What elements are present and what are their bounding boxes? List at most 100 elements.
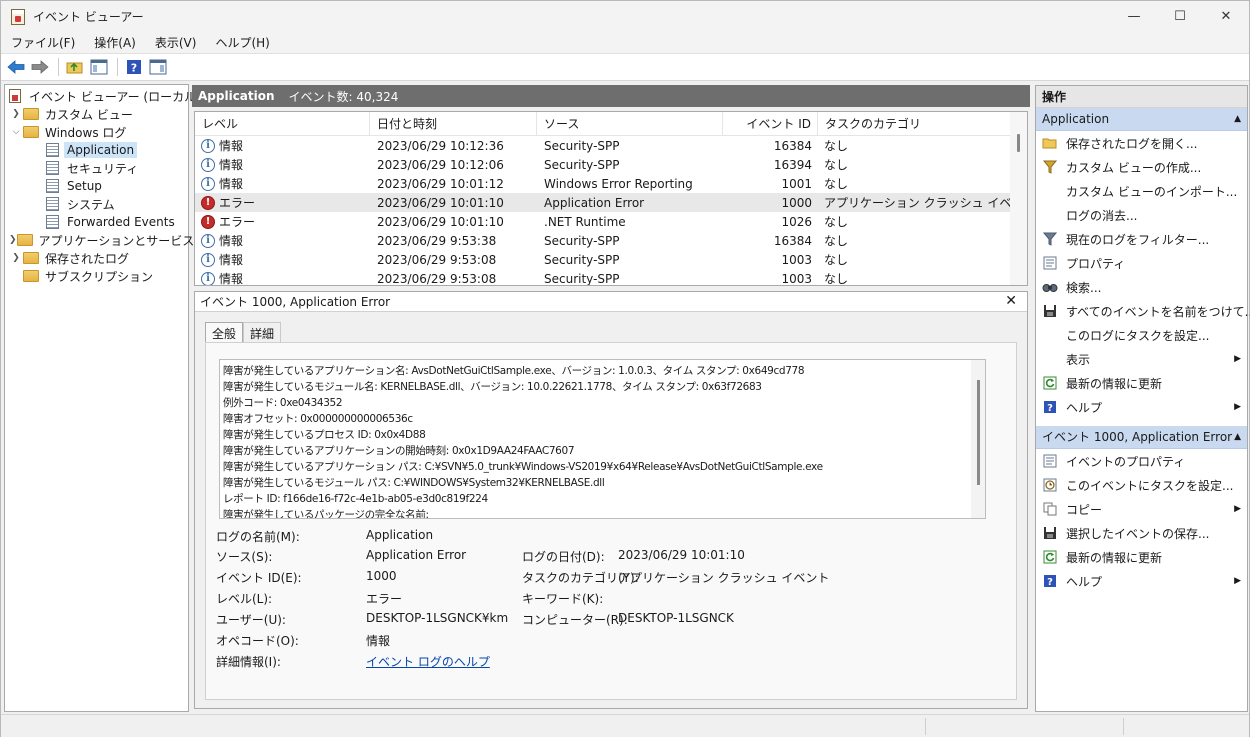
event-list-scrollbar[interactable]: [1010, 112, 1027, 285]
row-date: 2023/06/29 10:01:10: [377, 195, 504, 210]
event-log-help-link[interactable]: イベント ログのヘルプ: [366, 653, 490, 670]
action-clear-log[interactable]: ログの消去...: [1036, 203, 1247, 227]
menu-file[interactable]: ファイル(F): [1, 34, 84, 51]
row-task: なし: [824, 215, 849, 229]
error-icon: !: [201, 195, 215, 210]
chevron-right-icon[interactable]: ❯: [9, 253, 23, 263]
opcode-label: オペコード(O):: [216, 634, 299, 648]
action-help[interactable]: ? ヘルプ ▶: [1036, 395, 1247, 419]
tree-item-custom-views[interactable]: ❯ カスタム ビュー: [5, 105, 188, 123]
column-level[interactable]: レベル: [195, 112, 370, 136]
close-icon: ✕: [1220, 9, 1232, 24]
help-icon: ?: [1042, 399, 1058, 415]
log-name-label: ログの名前(M):: [216, 530, 300, 544]
svg-text:?: ?: [1047, 403, 1053, 414]
tree-item-application[interactable]: Application: [5, 141, 188, 159]
column-date[interactable]: 日付と時刻: [370, 112, 537, 136]
help-button[interactable]: ?: [123, 56, 145, 78]
table-row[interactable]: ! エラー 2023/06/29 10:01:10 .NET Runtime 10…: [195, 212, 1027, 231]
svg-text:?: ?: [1047, 577, 1053, 588]
column-task[interactable]: タスクのカテゴリ: [818, 112, 1003, 136]
scrollbar-thumb[interactable]: [1017, 134, 1020, 152]
tree-item-system[interactable]: システム: [5, 195, 188, 213]
filter-icon: [1042, 159, 1058, 175]
table-row-selected[interactable]: ! エラー 2023/06/29 10:01:10 Application Err…: [195, 193, 1027, 212]
row-event-id: 16384: [773, 233, 812, 248]
tree-item-forwarded-events[interactable]: Forwarded Events: [5, 213, 188, 231]
tree-item-security[interactable]: セキュリティ: [5, 159, 188, 177]
tree-label: Application: [64, 142, 138, 158]
task-category-value: アプリケーション クラッシュ イベント: [618, 571, 830, 585]
collapse-icon[interactable]: ▲: [1234, 426, 1241, 449]
maximize-button[interactable]: ☐: [1157, 1, 1203, 32]
show-hide-action-button[interactable]: [147, 56, 169, 78]
scrollbar-thumb[interactable]: [977, 380, 980, 485]
event-description[interactable]: 障害が発生しているアプリケーション名: AvsDotNetGuiCtlSampl…: [219, 359, 986, 519]
action-create-custom-view[interactable]: カスタム ビューの作成...: [1036, 155, 1247, 179]
action-find[interactable]: 検索...: [1036, 275, 1247, 299]
save-icon: [1042, 303, 1058, 319]
tree-item-setup[interactable]: Setup: [5, 177, 188, 195]
action-open-saved-log[interactable]: 保存されたログを開く...: [1036, 131, 1247, 155]
minimize-button[interactable]: —: [1111, 1, 1157, 32]
action-view[interactable]: 表示 ▶: [1036, 347, 1247, 371]
row-source: Windows Error Reporting: [544, 176, 693, 191]
row-date: 2023/06/29 10:01:12: [377, 176, 504, 191]
action-filter-current-log[interactable]: 現在のログをフィルター...: [1036, 227, 1247, 251]
chevron-right-icon[interactable]: ❯: [9, 109, 23, 119]
log-name-value: Application: [366, 528, 434, 542]
action-label: ログの消去...: [1066, 208, 1138, 223]
tree-item-saved-logs[interactable]: ❯ 保存されたログ: [5, 249, 188, 267]
description-line: 障害が発生しているモジュール名: KERNELBASE.dll、バージョン: 1…: [223, 381, 762, 393]
action-save-selected-events[interactable]: 選択したイベントの保存...: [1036, 521, 1247, 545]
description-line: 障害オフセット: 0x000000000006536c: [223, 413, 413, 425]
table-row[interactable]: i 情報 2023/06/29 9:53:08 Security-SPP 1003…: [195, 269, 1027, 285]
table-row[interactable]: i 情報 2023/06/29 10:01:12 Windows Error Re…: [195, 174, 1027, 193]
column-event-id[interactable]: イベント ID: [723, 112, 818, 136]
forward-button[interactable]: [29, 56, 51, 78]
row-task: なし: [824, 158, 849, 172]
action-refresh-event[interactable]: 最新の情報に更新: [1036, 545, 1247, 569]
action-copy[interactable]: コピー ▶: [1036, 497, 1247, 521]
properties-icon: [1042, 255, 1058, 271]
action-help-event[interactable]: ? ヘルプ ▶: [1036, 569, 1247, 593]
menu-help[interactable]: ヘルプ(H): [205, 34, 278, 51]
chevron-right-icon[interactable]: ❯: [9, 235, 17, 245]
folder-up-button[interactable]: [64, 56, 86, 78]
show-hide-tree-button[interactable]: [88, 56, 110, 78]
menu-view[interactable]: 表示(V): [145, 34, 206, 51]
action-attach-task-to-event[interactable]: このイベントにタスクを設定...: [1036, 473, 1247, 497]
menu-action[interactable]: 操作(A): [84, 34, 145, 51]
table-row[interactable]: i 情報 2023/06/29 10:12:06 Security-SPP 163…: [195, 155, 1027, 174]
table-row[interactable]: i 情報 2023/06/29 9:53:08 Security-SPP 1003…: [195, 250, 1027, 269]
action-attach-task-to-log[interactable]: このログにタスクを設定...: [1036, 323, 1247, 347]
actions-section-application[interactable]: Application ▲: [1036, 108, 1247, 131]
detail-close-icon[interactable]: ✕: [1005, 293, 1017, 309]
action-refresh[interactable]: 最新の情報に更新: [1036, 371, 1247, 395]
column-source[interactable]: ソース: [537, 112, 723, 136]
collapse-icon[interactable]: ▲: [1234, 108, 1241, 131]
tree-item-subscriptions[interactable]: サブスクリプション: [5, 267, 188, 285]
tree-item-root[interactable]: イベント ビューアー (ローカル): [5, 87, 201, 105]
actions-section-event[interactable]: イベント 1000, Application Error ▲: [1036, 426, 1247, 449]
folder-icon: [23, 108, 39, 120]
log-icon: [46, 179, 59, 193]
tab-details[interactable]: 詳細: [243, 322, 282, 344]
menu-bar: ファイル(F) 操作(A) 表示(V) ヘルプ(H): [1, 32, 1249, 54]
tab-general[interactable]: 全般: [205, 322, 244, 344]
save-icon: [1042, 525, 1058, 541]
back-button[interactable]: [5, 56, 27, 78]
close-button[interactable]: ✕: [1203, 1, 1249, 32]
action-import-custom-view[interactable]: カスタム ビューのインポート...: [1036, 179, 1247, 203]
table-row[interactable]: i 情報 2023/06/29 10:12:36 Security-SPP 163…: [195, 136, 1027, 155]
table-row[interactable]: i 情報 2023/06/29 9:53:38 Security-SPP 1638…: [195, 231, 1027, 250]
info-icon: i: [201, 176, 215, 191]
chevron-down-icon[interactable]: ⌵: [9, 127, 23, 137]
description-scrollbar[interactable]: [971, 360, 985, 518]
event-detail-title: イベント 1000, Application Error: [195, 292, 1027, 312]
action-save-all-events[interactable]: すべてのイベントを名前をつけて...: [1036, 299, 1250, 323]
action-event-properties[interactable]: イベントのプロパティ: [1036, 449, 1247, 473]
tree-item-windows-logs[interactable]: ⌵ Windows ログ: [5, 123, 188, 141]
tree-item-app-service-logs[interactable]: ❯ アプリケーションとサービス ログ: [5, 231, 222, 249]
action-properties[interactable]: プロパティ: [1036, 251, 1247, 275]
